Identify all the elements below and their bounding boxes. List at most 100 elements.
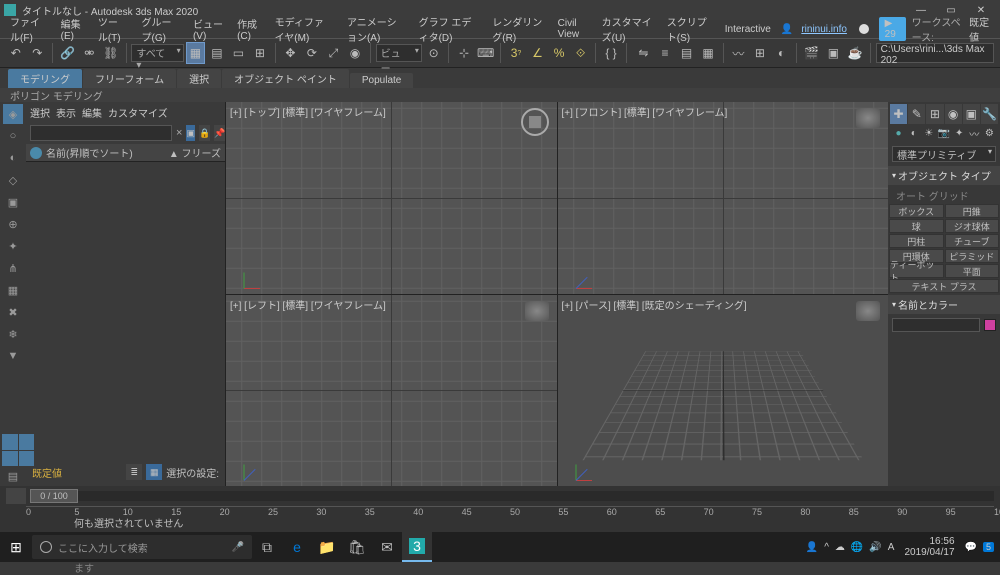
time-tick[interactable]: 90 <box>897 507 907 517</box>
tray-up-icon[interactable]: ^ <box>824 542 829 553</box>
taskview-button[interactable]: ⧉ <box>252 532 282 562</box>
taskbar-clock[interactable]: 16:56 2019/04/17 <box>900 536 958 558</box>
cmd-tab-utilities[interactable]: 🔧 <box>981 104 998 124</box>
prim-plane[interactable]: 平面 <box>945 264 1000 278</box>
rotate-button[interactable]: ⟳ <box>302 42 322 64</box>
se-layers-icon[interactable]: ≣ <box>126 464 142 480</box>
track-bar[interactable]: 0510152025303540455055606570758085909510… <box>0 506 1000 530</box>
cmd-tab-modify[interactable]: ✎ <box>908 104 925 124</box>
cmd-tab-motion[interactable]: ◉ <box>945 104 962 124</box>
ribbon-tab-selection[interactable]: 選択 <box>177 69 221 88</box>
menu-animation[interactable]: アニメーション(A) <box>341 14 411 44</box>
time-handle[interactable]: 0 / 100 <box>30 489 78 503</box>
time-tick[interactable]: 65 <box>655 507 665 517</box>
time-tick[interactable]: 95 <box>946 507 956 517</box>
explorer-app[interactable]: 📁 <box>312 532 342 562</box>
prim-sphere[interactable]: 球 <box>889 219 944 233</box>
time-tick[interactable]: 40 <box>413 507 423 517</box>
mic-icon[interactable]: 🎤 <box>232 542 244 553</box>
bind-button[interactable]: ⛓ <box>101 42 121 64</box>
time-tick[interactable]: 50 <box>510 507 520 517</box>
ribbon-tab-objpaint[interactable]: オブジェクト ペイント <box>222 69 349 88</box>
se-hdr-display[interactable]: 表示 <box>56 105 76 120</box>
se-view-icon[interactable]: ▣ <box>186 125 195 141</box>
filter-geom-icon[interactable]: ○ <box>3 126 23 146</box>
se-hdr-edit[interactable]: 編集 <box>82 105 102 120</box>
material-editor-button[interactable]: ◐ <box>772 42 792 64</box>
time-tick[interactable]: 45 <box>462 507 472 517</box>
prim-box[interactable]: ボックス <box>889 204 944 218</box>
time-tick[interactable]: 20 <box>220 507 230 517</box>
select-region-button[interactable]: ▭ <box>229 42 249 64</box>
network-icon[interactable]: 🌐 <box>851 542 863 553</box>
se-sel-icon[interactable]: ▦ <box>146 464 162 480</box>
unlink-button[interactable]: ⚮ <box>79 42 99 64</box>
se-clear-icon[interactable]: × <box>176 127 182 139</box>
menu-customize[interactable]: カスタマイズ(U) <box>596 14 659 44</box>
render-setup-button[interactable]: 🎬 <box>802 42 822 64</box>
time-tick[interactable]: 75 <box>752 507 762 517</box>
se-hdr-customize[interactable]: カスタマイズ <box>108 105 168 120</box>
time-tick[interactable]: 5 <box>74 507 79 517</box>
menu-interactive[interactable]: Interactive <box>719 24 777 35</box>
filter-shape-icon[interactable]: ◐ <box>3 148 23 168</box>
menu-file[interactable]: ファイル(F) <box>4 14 53 44</box>
filter-bone-icon[interactable]: ⋔ <box>3 258 23 278</box>
menu-scripting[interactable]: スクリプト(S) <box>661 14 717 44</box>
sub-geometry-icon[interactable]: ● <box>892 126 905 140</box>
se-sort-row[interactable]: 名前(昇順でソート) ▲ フリーズ <box>26 144 225 162</box>
time-tick[interactable]: 60 <box>607 507 617 517</box>
cmd-tab-hierarchy[interactable]: ⊞ <box>926 104 943 124</box>
start-button[interactable]: ⊞ <box>0 532 32 562</box>
filter-freeze-icon[interactable]: ❄ <box>3 324 23 344</box>
prim-geosphere[interactable]: ジオ球体 <box>945 219 1000 233</box>
redo-button[interactable]: ↷ <box>28 42 48 64</box>
render-frame-button[interactable]: ▣ <box>824 42 844 64</box>
time-tick[interactable]: 85 <box>849 507 859 517</box>
se-body[interactable] <box>26 162 225 458</box>
move-button[interactable]: ✥ <box>281 42 301 64</box>
layers-button[interactable]: ▤ <box>677 42 697 64</box>
time-tick[interactable]: 35 <box>365 507 375 517</box>
se-lock-icon[interactable]: 🔒 <box>199 125 210 141</box>
selection-filter[interactable]: すべて ▾ <box>131 44 183 62</box>
time-tick[interactable]: 70 <box>704 507 714 517</box>
filter-helper-icon[interactable]: ⊕ <box>3 214 23 234</box>
notification-badge[interactable]: 5 <box>983 542 994 552</box>
store-app[interactable]: 🛍 <box>342 532 372 562</box>
ref-coord-combo[interactable]: ビュー <box>376 44 422 62</box>
user-link[interactable]: rininui.info <box>795 24 853 35</box>
keyboard-button[interactable]: ⌨ <box>476 42 496 64</box>
time-tick[interactable]: 15 <box>171 507 181 517</box>
select-object-button[interactable]: ▦ <box>186 42 206 64</box>
filter-hidden-icon[interactable]: ▼ <box>3 346 23 366</box>
ime-icon[interactable]: A <box>888 542 895 553</box>
undo-button[interactable]: ↶ <box>6 42 26 64</box>
cmd-tab-display[interactable]: ▣ <box>963 104 980 124</box>
render-button[interactable]: ☕ <box>845 42 865 64</box>
3dsmax-app[interactable]: 3 <box>402 532 432 562</box>
menu-modifiers[interactable]: モディファイヤ(M) <box>269 14 339 44</box>
time-tick[interactable]: 100 <box>994 507 1000 517</box>
edge-app[interactable]: e <box>282 532 312 562</box>
prim-pyramid[interactable]: ピラミッド <box>945 249 1000 263</box>
percent-snap-toggle[interactable]: % <box>549 42 569 64</box>
named-sel-button[interactable]: { } <box>601 42 621 64</box>
filter-light-icon[interactable]: ◇ <box>3 170 23 190</box>
object-color-swatch[interactable] <box>984 319 996 331</box>
prim-cone[interactable]: 円錐 <box>945 204 1000 218</box>
viewcube-left[interactable] <box>525 301 549 321</box>
pivot-button[interactable]: ⊙ <box>424 42 444 64</box>
viewport-perspective[interactable]: [+] [パース] [標準] [既定のシェーディング] <box>558 295 889 487</box>
scale-button[interactable]: ⤢ <box>324 42 344 64</box>
ribbon-tab-populate[interactable]: Populate <box>350 73 413 88</box>
prim-teapot[interactable]: ティーポット <box>889 264 944 278</box>
cmd-tab-create[interactable]: ✚ <box>890 104 907 124</box>
viewport-layout-switcher[interactable] <box>2 434 34 466</box>
filter-all-icon[interactable]: ◈ <box>3 104 23 124</box>
vp-front-label[interactable]: [+] [フロント] [標準] [ワイヤフレーム] <box>562 104 728 119</box>
people-icon[interactable]: 👤 <box>806 542 818 553</box>
align-button[interactable]: ≡ <box>655 42 675 64</box>
volume-icon[interactable]: 🔊 <box>869 542 881 553</box>
taskbar-search[interactable]: ここに入力して検索 🎤 <box>32 535 252 559</box>
